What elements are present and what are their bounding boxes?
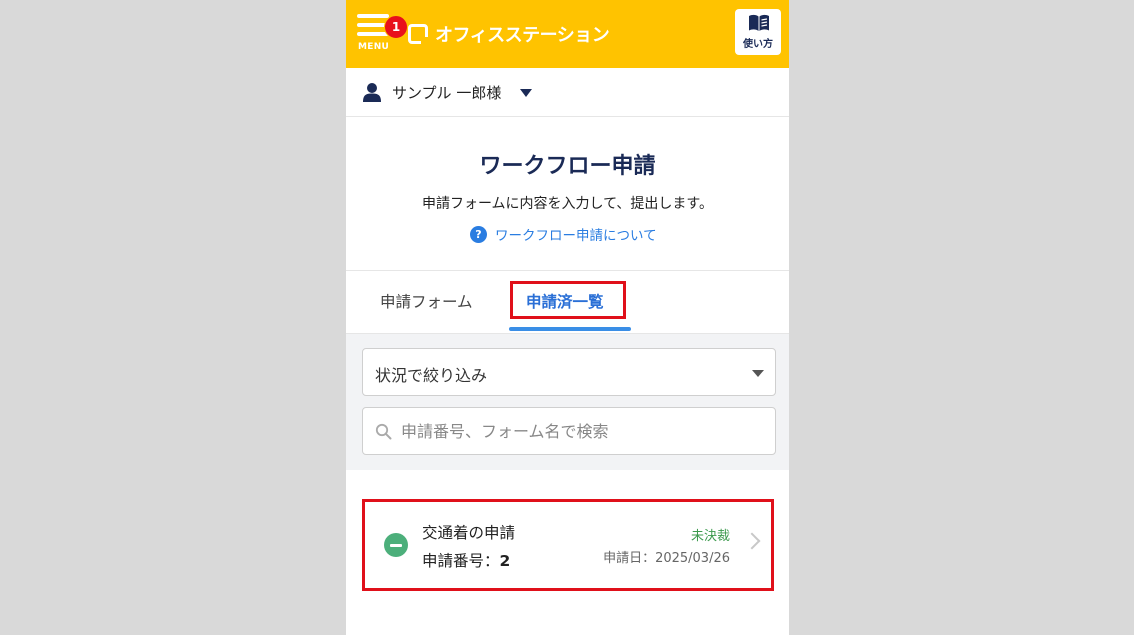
caret-down-icon	[752, 370, 764, 377]
logo-icon	[408, 24, 429, 45]
menu-label: MENU	[358, 42, 390, 52]
mobile-screen: MENU 1 オフィスステーション 使い方 サンプル 一郎様 ワークフロー申請	[346, 0, 789, 635]
notification-badge: 1	[384, 15, 408, 39]
user-icon	[363, 83, 381, 102]
user-name: サンプル 一郎様	[392, 84, 502, 102]
page-title: ワークフロー申請	[479, 154, 656, 179]
caret-down-icon	[520, 89, 532, 97]
filter-panel: 状況で絞り込み	[346, 333, 789, 470]
help-link-label: ワークフロー申請について	[495, 228, 657, 244]
help-button[interactable]: 使い方	[735, 9, 781, 55]
highlight-box	[362, 499, 774, 591]
hamburger-icon	[357, 14, 389, 18]
app-header: MENU 1 オフィスステーション 使い方	[346, 0, 789, 68]
app-name: オフィスステーション	[435, 25, 610, 46]
help-label: 使い方	[743, 39, 773, 50]
divider	[346, 270, 789, 271]
menu-button[interactable]: MENU 1	[356, 12, 408, 56]
tab-application-form[interactable]: 申請フォーム	[380, 290, 473, 312]
search-input[interactable]	[401, 418, 761, 444]
question-icon: ?	[470, 225, 487, 243]
search-box[interactable]	[362, 407, 776, 455]
workflow-help-link[interactable]: ? ワークフロー申請について	[470, 224, 657, 244]
status-filter-value: 状況で絞り込み	[375, 366, 488, 385]
highlight-box	[510, 281, 626, 319]
search-icon	[375, 423, 392, 440]
page-description: 申請フォームに内容を入力して、提出します。	[421, 196, 714, 212]
user-switcher[interactable]: サンプル 一郎様	[346, 68, 789, 117]
app-logo[interactable]: オフィスステーション	[408, 21, 610, 47]
status-filter-select[interactable]: 状況で絞り込み	[362, 348, 776, 396]
book-icon	[749, 14, 769, 31]
active-tab-indicator	[509, 327, 631, 331]
